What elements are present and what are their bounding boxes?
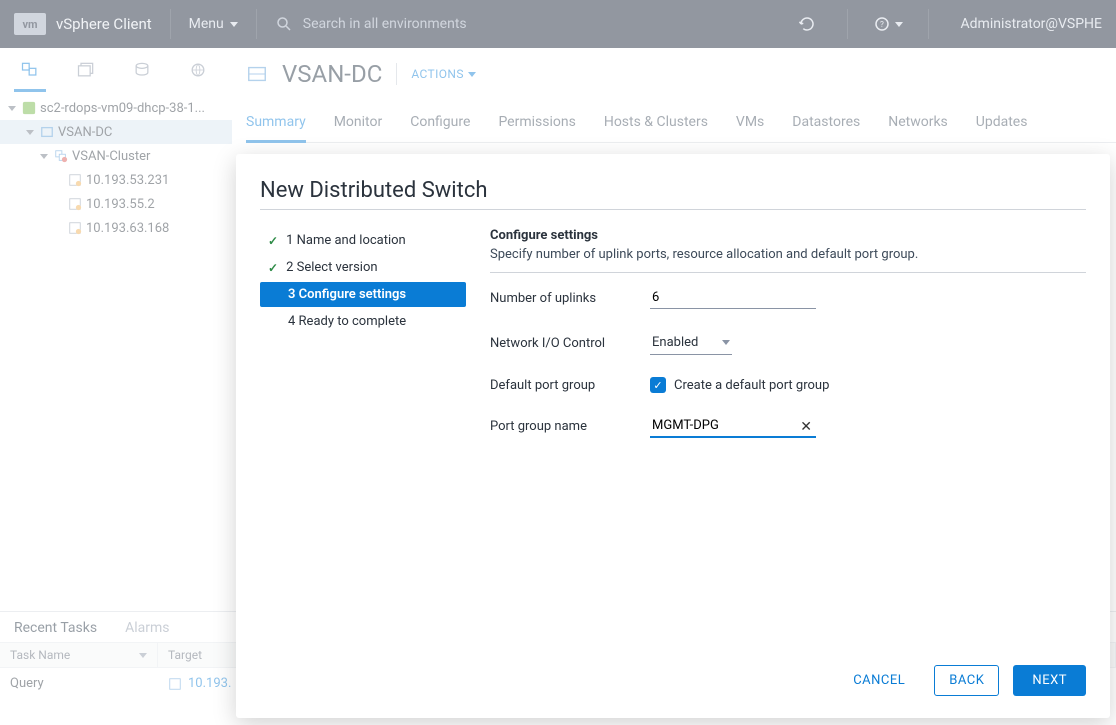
chevron-down-icon (722, 340, 730, 345)
row-uplinks: Number of uplinks (490, 287, 1086, 309)
modal-footer: CANCEL BACK NEXT (236, 651, 1110, 718)
row-pg-name: Port group name ✕ (490, 415, 1086, 438)
label-pg-name: Port group name (490, 419, 650, 434)
step-configure-settings[interactable]: 3 Configure settings (260, 282, 466, 307)
step-select-version[interactable]: ✓ 2 Select version (260, 255, 466, 280)
configure-settings-form: Configure settings Specify number of upl… (490, 228, 1086, 651)
form-description: Specify number of uplink ports, resource… (490, 247, 1086, 273)
nioc-value: Enabled (652, 335, 698, 350)
row-default-pg: Default port group ✓ Create a default po… (490, 377, 1086, 393)
check-icon: ✓ (268, 234, 278, 248)
nioc-select[interactable]: Enabled (650, 331, 732, 355)
back-button[interactable]: BACK (934, 665, 999, 696)
row-nioc: Network I/O Control Enabled (490, 331, 1086, 355)
cancel-button[interactable]: CANCEL (838, 665, 920, 696)
check-icon: ✓ (268, 261, 278, 275)
label-uplinks: Number of uplinks (490, 291, 650, 306)
clear-icon[interactable]: ✕ (800, 419, 812, 435)
wizard-steps: ✓ 1 Name and location ✓ 2 Select version… (260, 228, 466, 651)
new-dswitch-modal: New Distributed Switch ✓ 1 Name and loca… (236, 154, 1110, 718)
modal-title: New Distributed Switch (260, 178, 1086, 210)
default-pg-check-label: Create a default port group (674, 378, 829, 393)
port-group-name-input[interactable] (650, 415, 816, 438)
next-button[interactable]: NEXT (1013, 665, 1086, 696)
form-heading: Configure settings (490, 228, 1086, 243)
label-default-pg: Default port group (490, 378, 650, 393)
default-pg-checkbox[interactable]: ✓ (650, 377, 666, 393)
step-name-location[interactable]: ✓ 1 Name and location (260, 228, 466, 253)
step-ready-complete[interactable]: 4 Ready to complete (260, 309, 466, 334)
uplinks-input[interactable] (650, 287, 816, 309)
label-nioc: Network I/O Control (490, 336, 650, 351)
